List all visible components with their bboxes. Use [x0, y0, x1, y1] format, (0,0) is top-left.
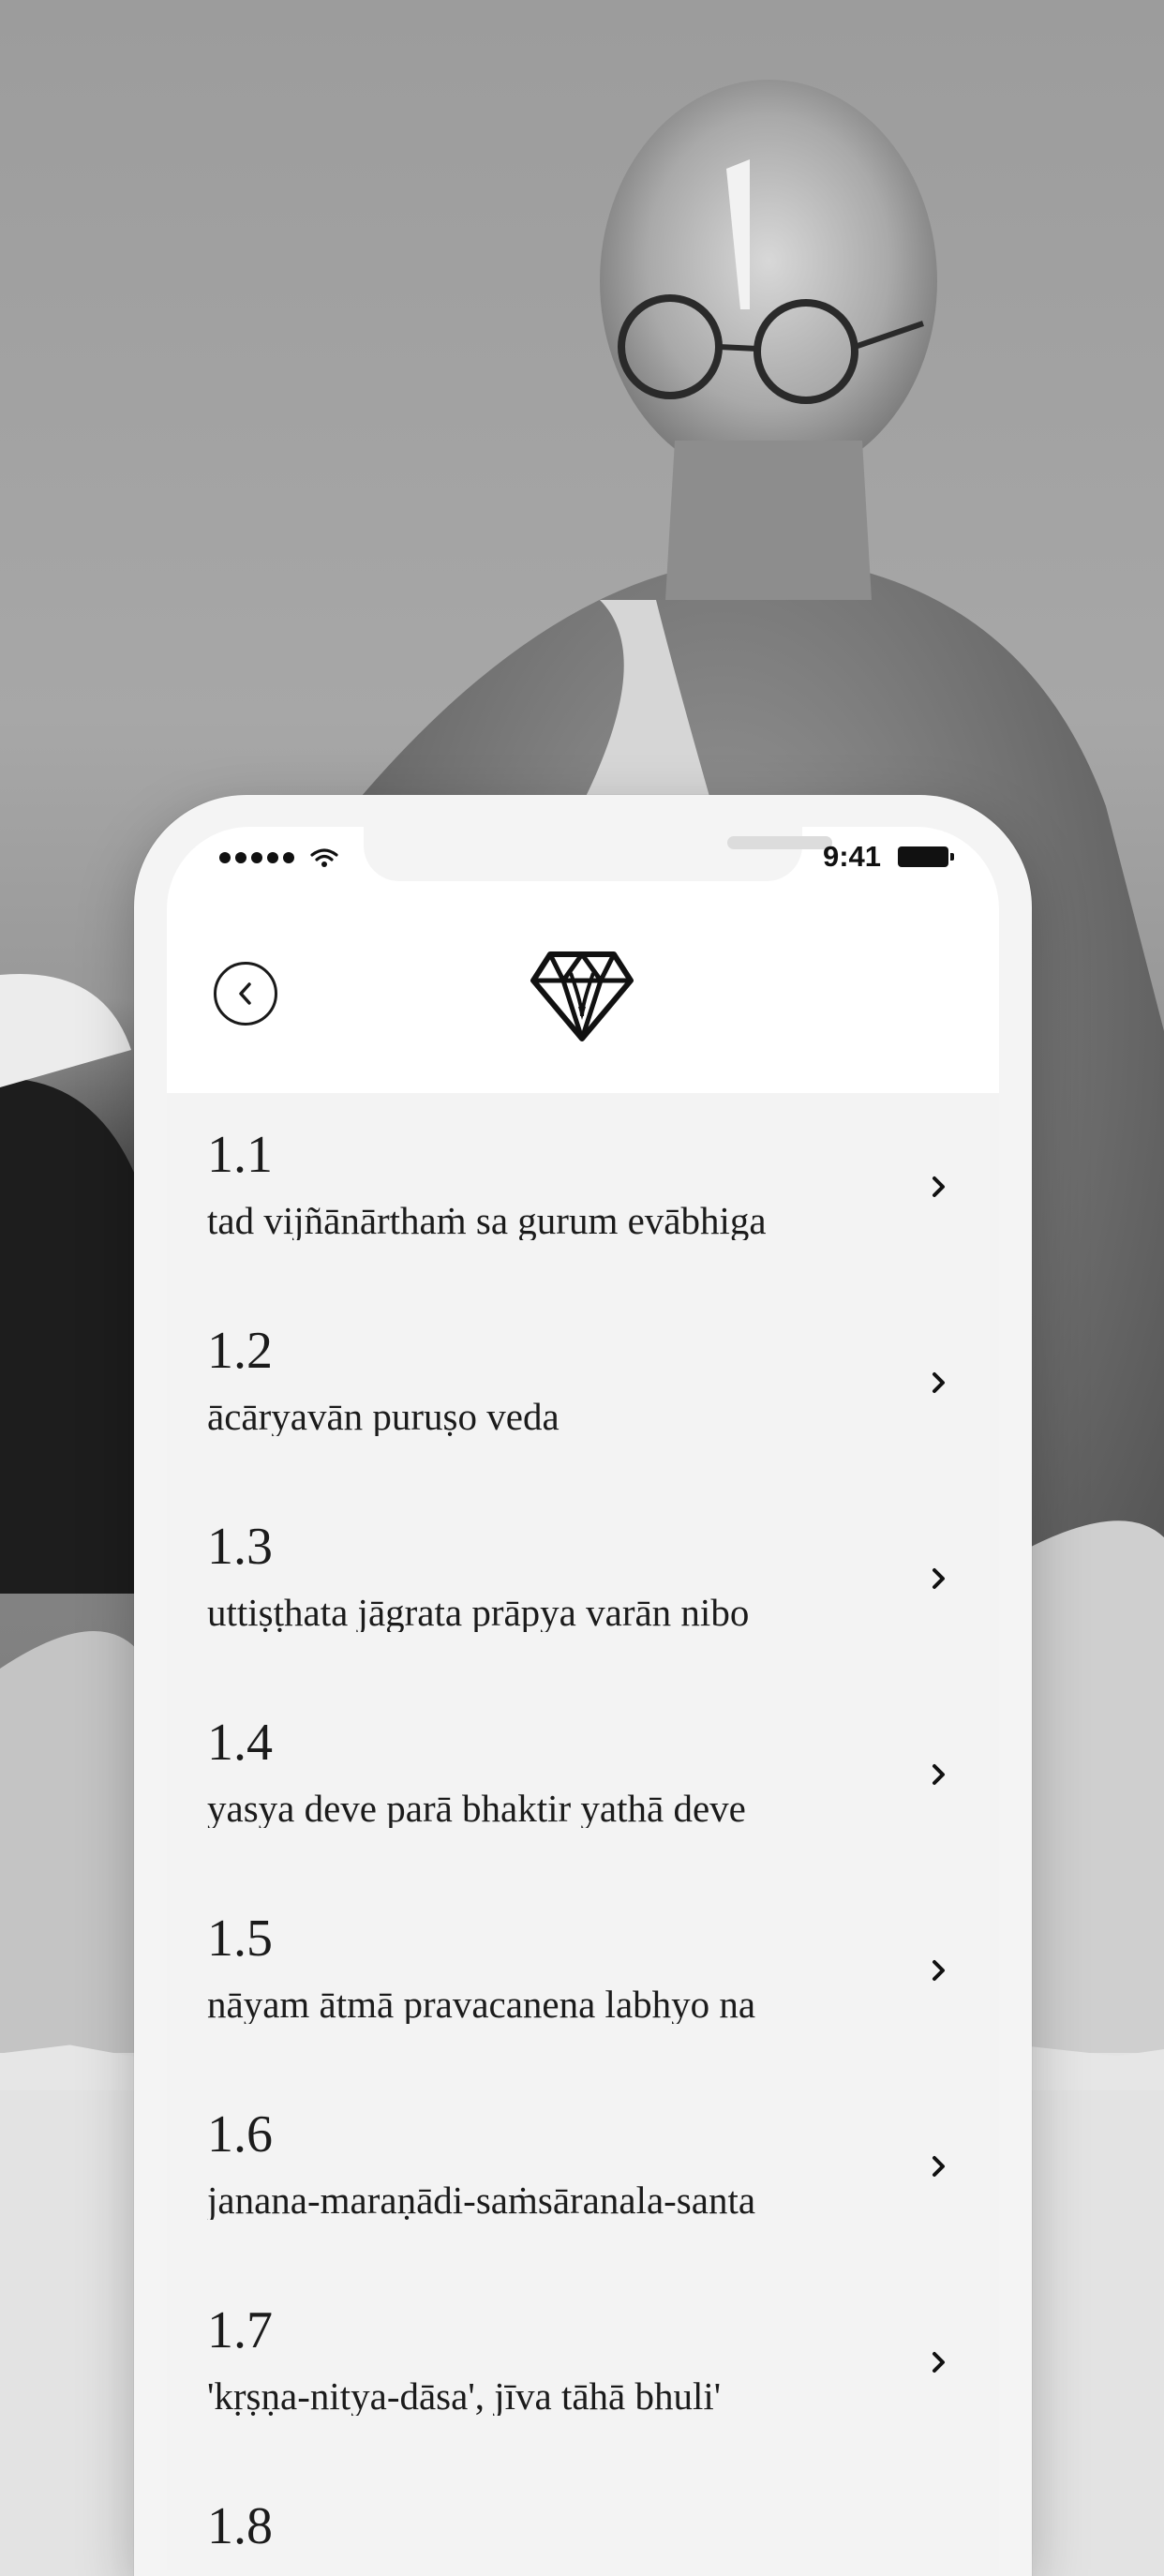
- signal-dot: [267, 852, 278, 863]
- app-screen: 9:41 1.1 tad vijñānārthaṁ sa gurum evābh…: [167, 827, 999, 2570]
- diamond-logo-icon: [530, 951, 634, 1041]
- verse-number: 1.8: [207, 2497, 273, 2555]
- battery-icon: [898, 846, 954, 867]
- list-item[interactable]: 1.5 nāyam ātmā pravacanena labhyo na: [167, 1877, 999, 2073]
- list-item[interactable]: 1.1 tad vijñānārthaṁ sa gurum evābhiga: [167, 1093, 999, 1289]
- wifi-icon: [310, 848, 338, 867]
- chevron-right-icon: [933, 1176, 945, 1197]
- verse-text: nāyam ātmā pravacanena labhyo na: [207, 1985, 756, 2024]
- list-item[interactable]: 1.7 'kṛṣṇa-nitya-dāsa', jīva tāhā bhuli': [167, 2269, 999, 2464]
- verse-number: 1.3: [207, 1518, 273, 1576]
- phone-frame: 9:41 1.1 tad vijñānārthaṁ sa gurum evābh…: [134, 795, 1032, 2576]
- chevron-right-icon: [933, 1568, 945, 1589]
- verse-number: 1.5: [207, 1910, 273, 1968]
- status-bar-left: [219, 847, 338, 868]
- signal-dot: [219, 852, 231, 863]
- status-time: 9:41: [822, 840, 881, 873]
- signal-dot: [235, 852, 246, 863]
- signal-dot: [251, 852, 262, 863]
- list-item[interactable]: 1.4 yasya deve parā bhaktir yathā deve: [167, 1681, 999, 1877]
- verse-text: janana-maraṇādi-saṁsāranala-santa: [207, 2181, 756, 2220]
- chevron-right-icon: [933, 1960, 945, 1981]
- list-item[interactable]: 1.2 ācāryavān puruṣo veda: [167, 1289, 999, 1485]
- verse-text: ācāryavān puruṣo veda: [207, 1398, 560, 1436]
- verse-text: yasya deve parā bhaktir yathā deve: [207, 1790, 746, 1828]
- verse-number: 1.2: [207, 1322, 273, 1380]
- chevron-right-icon: [933, 2352, 945, 2373]
- chevron-left-icon: [239, 982, 251, 1005]
- verse-list: 1.1 tad vijñānārthaṁ sa gurum evābhiga 1…: [167, 1093, 999, 2570]
- chevron-right-icon: [933, 2156, 945, 2177]
- verse-number: 1.6: [207, 2105, 273, 2164]
- back-button[interactable]: [214, 962, 277, 1026]
- notch: [364, 827, 832, 881]
- signal-dot: [283, 852, 294, 863]
- list-item[interactable]: 1.8: [167, 2464, 999, 2570]
- list-item[interactable]: 1.6 janana-maraṇādi-saṁsāranala-santa: [167, 2073, 999, 2269]
- verse-text: 'kṛṣṇa-nitya-dāsa', jīva tāhā bhuli': [207, 2377, 722, 2416]
- verse-text: uttiṣṭhata jāgrata prāpya varān nibo: [207, 1594, 750, 1632]
- chevron-right-icon: [933, 1764, 945, 1785]
- verse-number: 1.1: [207, 1126, 273, 1184]
- chevron-right-icon: [933, 1372, 945, 1393]
- verse-number: 1.4: [207, 1714, 273, 1772]
- speaker-grille: [727, 836, 832, 849]
- status-bar-right: 9:41: [822, 840, 954, 874]
- verse-text: tad vijñānārthaṁ sa gurum evābhiga: [207, 1202, 767, 1240]
- list-item[interactable]: 1.3 uttiṣṭhata jāgrata prāpya varān nibo: [167, 1485, 999, 1681]
- verse-number: 1.7: [207, 2301, 273, 2359]
